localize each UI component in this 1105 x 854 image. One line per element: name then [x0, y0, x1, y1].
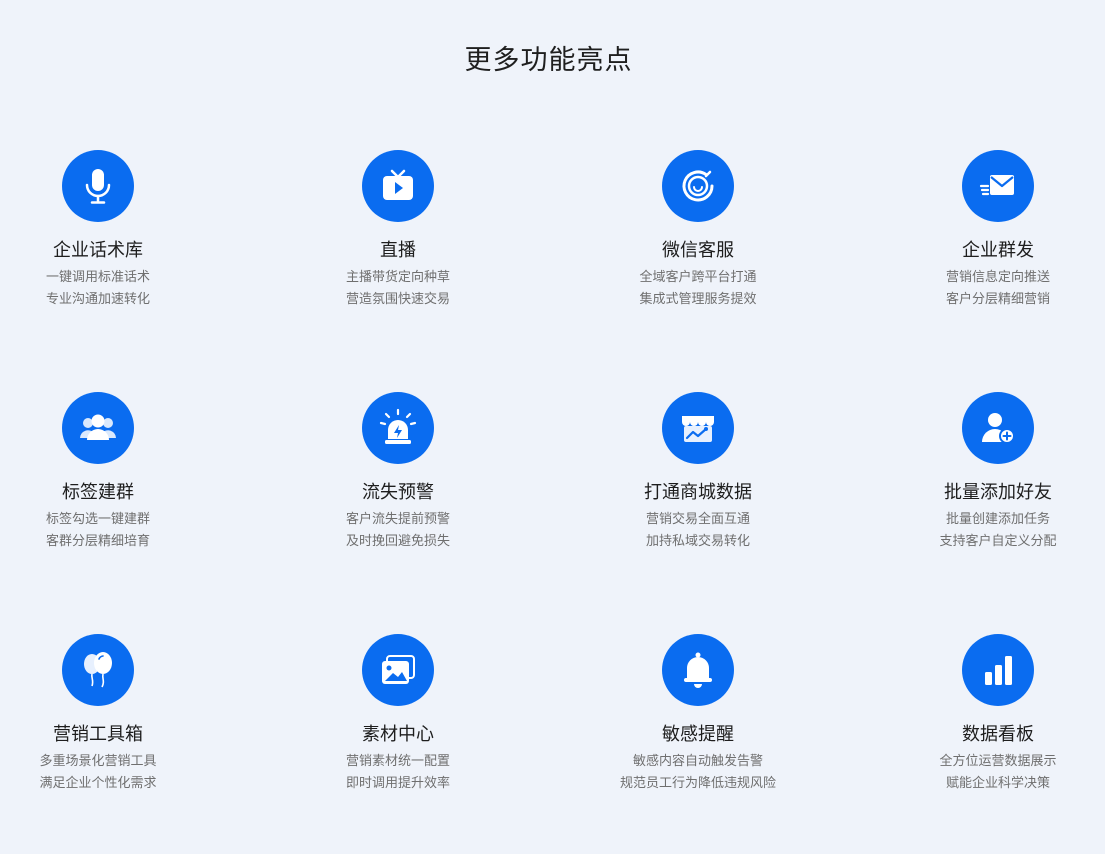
- feature-item-marketing-toolbox[interactable]: 营销工具箱 多重场景化营销工具 满足企业个性化需求: [0, 634, 218, 795]
- feature-title: 营销工具箱: [53, 724, 143, 745]
- feature-item-wechat-service[interactable]: 微信客服 全域客户跨平台打通 集成式管理服务提效: [578, 150, 818, 311]
- feature-desc-line: 全域客户跨平台打通: [639, 270, 757, 285]
- group-users-icon: [62, 392, 134, 464]
- feature-description: 批量创建添加任务 支持客户自定义分配: [878, 509, 1105, 553]
- feature-desc-line: 批量创建添加任务: [945, 512, 1050, 527]
- feature-item-script-library[interactable]: 企业话术库 一键调用标准话术 专业沟通加速转化: [0, 150, 218, 311]
- feature-desc-line: 标签勾选一键建群: [45, 512, 150, 527]
- user-add-icon: [962, 392, 1034, 464]
- feature-desc-line: 营销素材统一配置: [345, 754, 450, 769]
- feature-description: 主播带货定向种草 营造氛围快速交易: [278, 267, 518, 311]
- feature-title: 企业话术库: [53, 240, 143, 261]
- feature-title: 数据看板: [962, 724, 1034, 745]
- feature-desc-line: 客户分层精细营销: [945, 292, 1050, 307]
- feature-title: 批量添加好友: [944, 482, 1052, 503]
- feature-title: 企业群发: [962, 240, 1034, 261]
- feature-description: 营销交易全面互通 加持私域交易转化: [578, 509, 818, 553]
- feature-desc-line: 客户流失提前预警: [345, 512, 450, 527]
- feature-description: 标签勾选一键建群 客群分层精细培育: [0, 509, 218, 553]
- mail-send-icon: [962, 150, 1034, 222]
- feature-description: 营销信息定向推送 客户分层精细营销: [878, 267, 1105, 311]
- bar-chart-icon: [962, 634, 1034, 706]
- feature-item-live[interactable]: 直播 主播带货定向种草 营造氛围快速交易: [278, 150, 518, 311]
- feature-description: 一键调用标准话术 专业沟通加速转化: [0, 267, 218, 311]
- store-chart-icon: [662, 392, 734, 464]
- feature-desc-line: 客群分层精细培育: [45, 534, 150, 549]
- feature-title: 微信客服: [662, 240, 734, 261]
- feature-desc-line: 加持私域交易转化: [645, 534, 750, 549]
- feature-title: 打通商城数据: [644, 482, 752, 503]
- feature-desc-line: 及时挽回避免损失: [345, 534, 450, 549]
- feature-description: 客户流失提前预警 及时挽回避免损失: [278, 509, 518, 553]
- feature-title: 标签建群: [62, 482, 134, 503]
- smile-service-icon: [662, 150, 734, 222]
- feature-desc-line: 多重场景化营销工具: [39, 754, 157, 769]
- feature-title: 流失预警: [362, 482, 434, 503]
- feature-title: 敏感提醒: [662, 724, 734, 745]
- feature-item-data-dashboard[interactable]: 数据看板 全方位运营数据展示 赋能企业科学决策: [878, 634, 1105, 795]
- feature-desc-line: 敏感内容自动触发告警: [632, 754, 763, 769]
- feature-desc-line: 支持客户自定义分配: [939, 534, 1057, 549]
- feature-title: 直播: [380, 240, 416, 261]
- feature-desc-line: 一键调用标准话术: [45, 270, 150, 285]
- feature-item-churn-alert[interactable]: 流失预警 客户流失提前预警 及时挽回避免损失: [278, 392, 518, 553]
- page-title: 更多功能亮点: [464, 45, 633, 76]
- feature-desc-line: 规范员工行为降低违规风险: [619, 776, 776, 791]
- feature-item-bulk-add-friends[interactable]: 批量添加好友 批量创建添加任务 支持客户自定义分配: [878, 392, 1105, 553]
- feature-description: 营销素材统一配置 即时调用提升效率: [278, 751, 518, 795]
- feature-description: 全域客户跨平台打通 集成式管理服务提效: [578, 267, 818, 311]
- feature-desc-line: 全方位运营数据展示: [939, 754, 1057, 769]
- balloons-icon: [62, 634, 134, 706]
- feature-item-tag-group[interactable]: 标签建群 标签勾选一键建群 客群分层精细培育: [0, 392, 218, 553]
- bell-icon: [662, 634, 734, 706]
- feature-item-mall-data[interactable]: 打通商城数据 营销交易全面互通 加持私域交易转化: [578, 392, 818, 553]
- feature-desc-line: 即时调用提升效率: [345, 776, 450, 791]
- feature-desc-line: 主播带货定向种草: [345, 270, 450, 285]
- alarm-light-icon: [362, 392, 434, 464]
- tv-play-icon: [362, 150, 434, 222]
- feature-desc-line: 满足企业个性化需求: [39, 776, 157, 791]
- feature-description: 多重场景化营销工具 满足企业个性化需求: [0, 751, 218, 795]
- feature-item-material-center[interactable]: 素材中心 营销素材统一配置 即时调用提升效率: [278, 634, 518, 795]
- feature-title: 素材中心: [362, 724, 434, 745]
- feature-item-sensitive-alert[interactable]: 敏感提醒 敏感内容自动触发告警 规范员工行为降低违规风险: [578, 634, 818, 795]
- feature-desc-line: 营造氛围快速交易: [345, 292, 450, 307]
- feature-description: 敏感内容自动触发告警 规范员工行为降低违规风险: [578, 751, 818, 795]
- feature-item-mass-message[interactable]: 企业群发 营销信息定向推送 客户分层精细营销: [878, 150, 1105, 311]
- feature-desc-line: 专业沟通加速转化: [45, 292, 150, 307]
- microphone-icon: [62, 150, 134, 222]
- feature-desc-line: 集成式管理服务提效: [639, 292, 757, 307]
- feature-description: 全方位运营数据展示 赋能企业科学决策: [878, 751, 1105, 795]
- feature-desc-line: 营销交易全面互通: [645, 512, 750, 527]
- feature-desc-line: 赋能企业科学决策: [945, 776, 1050, 791]
- image-gallery-icon: [362, 634, 434, 706]
- feature-desc-line: 营销信息定向推送: [945, 270, 1050, 285]
